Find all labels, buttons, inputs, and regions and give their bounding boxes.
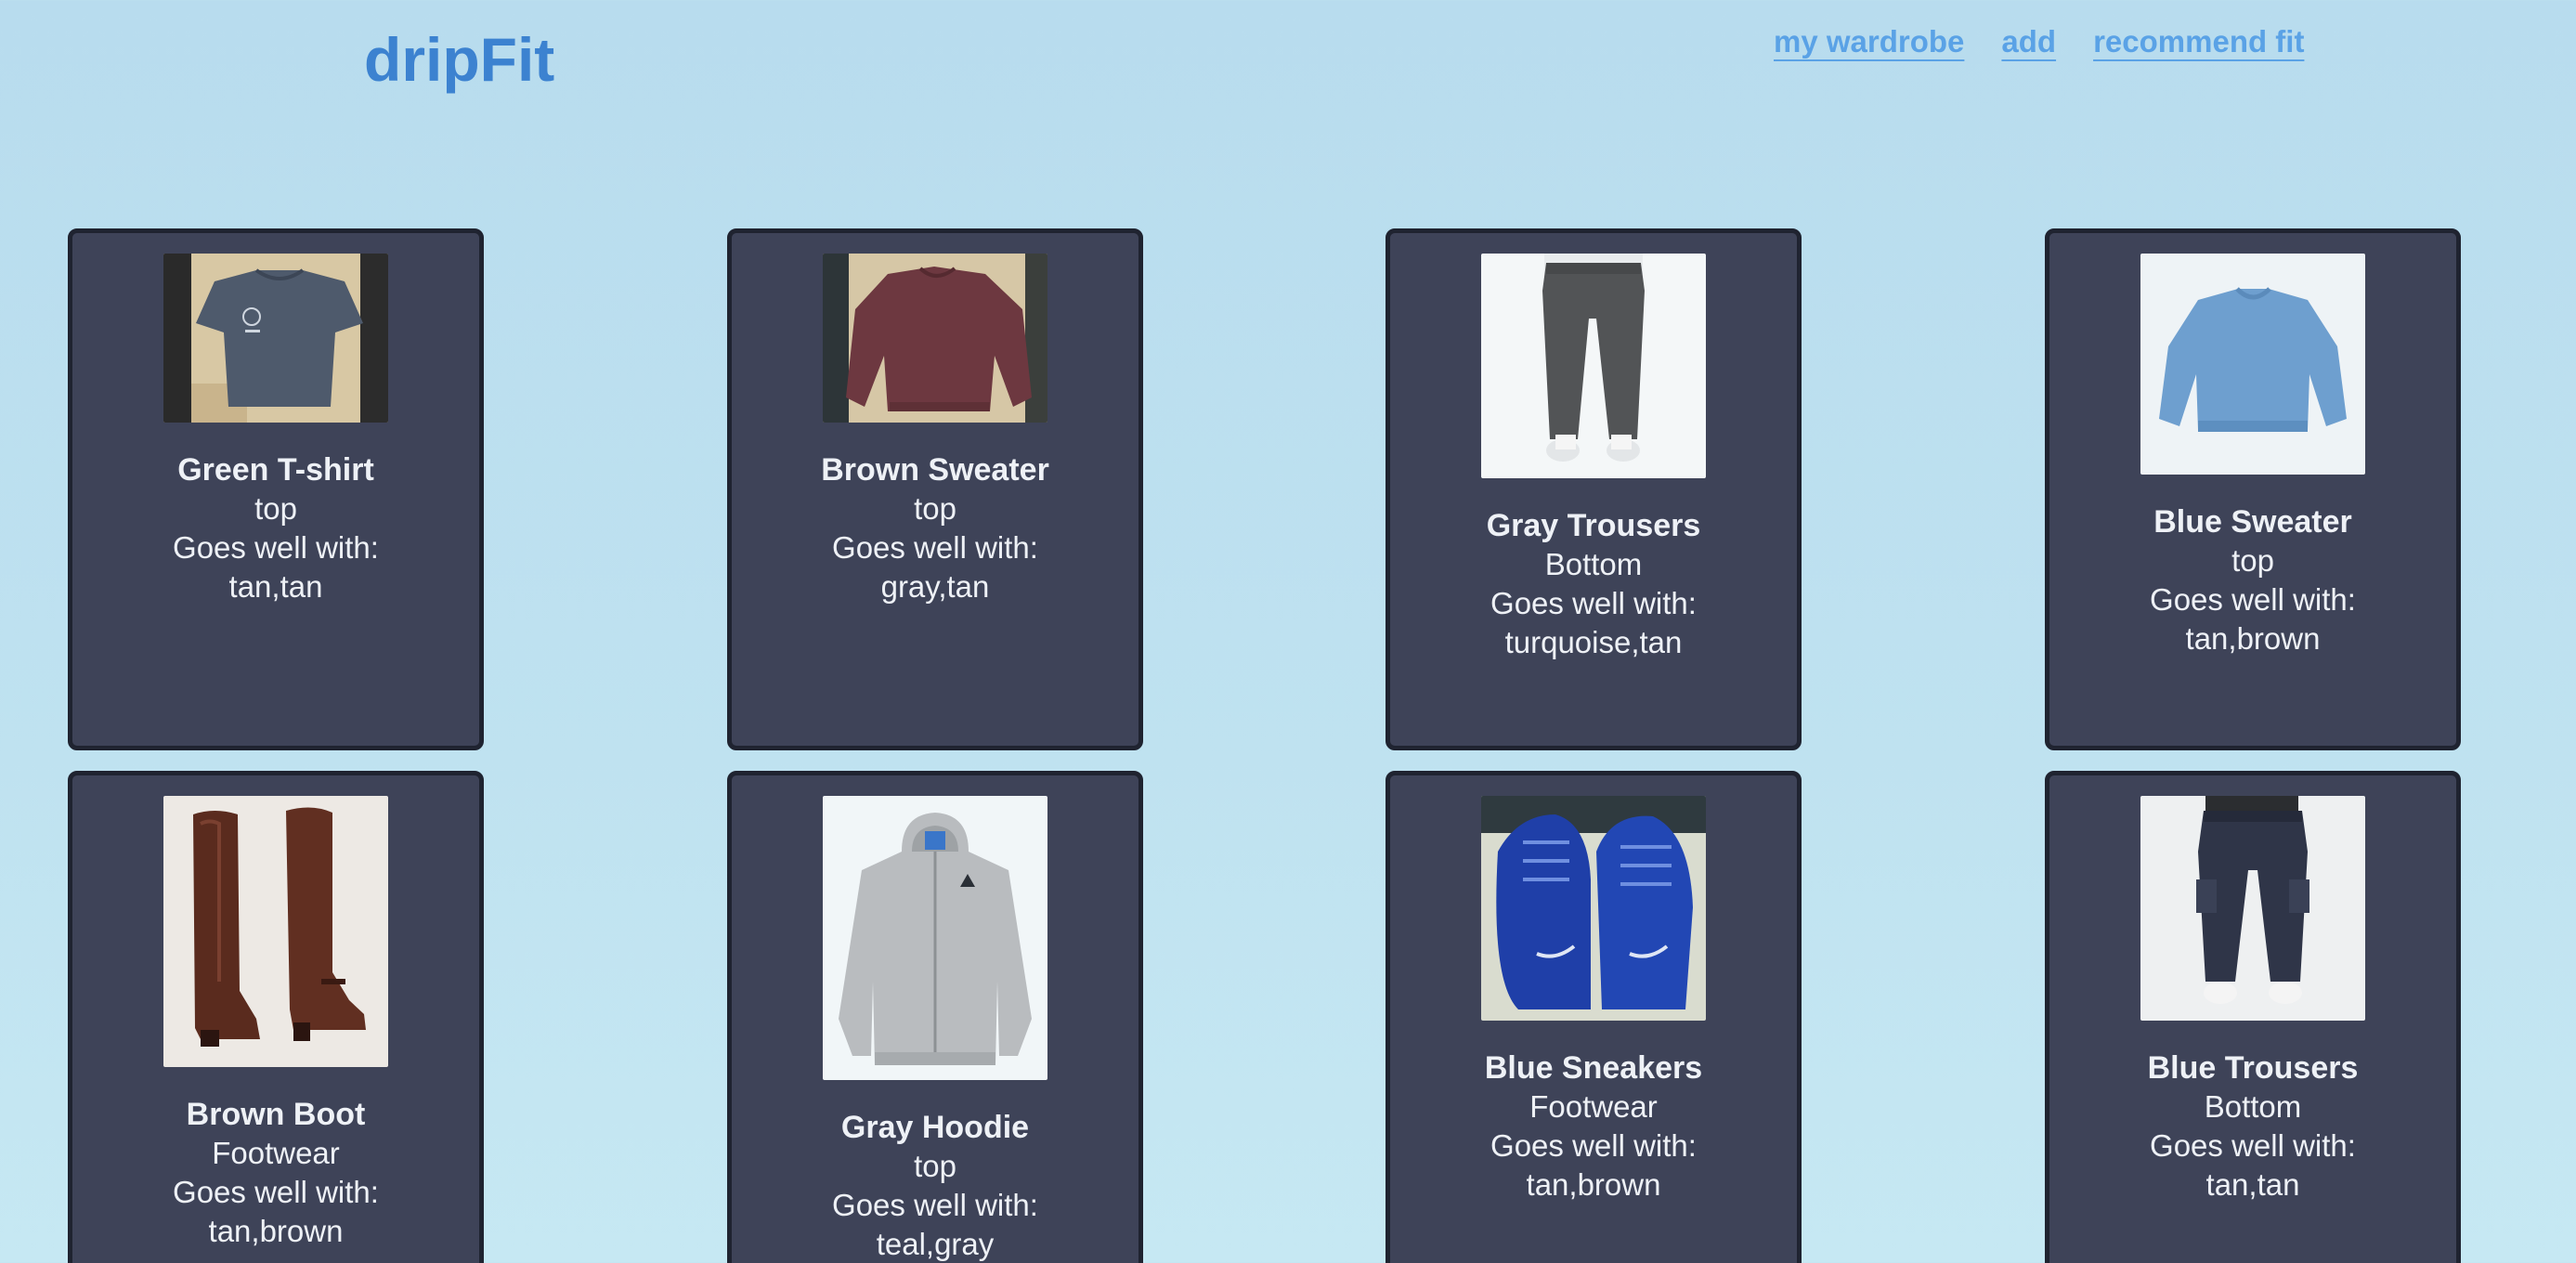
goes-well-label: Goes well with: bbox=[2150, 1128, 2356, 1163]
trousers-photo bbox=[2140, 796, 2365, 1021]
wardrobe-card[interactable]: Gray Hoodie top Goes well with: teal,gra… bbox=[727, 771, 1143, 1263]
item-name: Blue Trousers bbox=[2147, 1050, 2359, 1086]
site-header: dripFit my wardrobe add recommend fit bbox=[0, 0, 2576, 111]
item-category: Footwear bbox=[1529, 1089, 1658, 1124]
item-category: top bbox=[2231, 543, 2274, 578]
wardrobe-card[interactable]: Blue Trousers Bottom Goes well with: tan… bbox=[2045, 771, 2461, 1263]
item-category: Bottom bbox=[1544, 547, 1643, 581]
boots-photo bbox=[163, 796, 388, 1067]
main-nav: my wardrobe add recommend fit bbox=[1774, 20, 2304, 63]
item-name: Green T-shirt bbox=[177, 452, 374, 488]
item-colors: tan,brown bbox=[1526, 1167, 1661, 1202]
sweater-photo bbox=[823, 254, 1047, 423]
goes-well-label: Goes well with: bbox=[832, 530, 1038, 565]
goes-well-label: Goes well with: bbox=[173, 1175, 379, 1209]
item-colors: tan,tan bbox=[228, 569, 323, 604]
hoodie-photo bbox=[823, 796, 1047, 1080]
item-colors: tan,brown bbox=[2185, 621, 2321, 656]
item-name: Gray Trousers bbox=[1486, 508, 1701, 543]
item-colors: turquoise,tan bbox=[1504, 625, 1683, 659]
sneakers-photo bbox=[1481, 796, 1706, 1021]
item-colors: tan,brown bbox=[208, 1214, 344, 1248]
item-colors: gray,tan bbox=[880, 569, 990, 604]
item-name: Gray Hoodie bbox=[840, 1110, 1030, 1145]
trousers-photo bbox=[1481, 254, 1706, 478]
wardrobe-card[interactable]: Brown Sweater top Goes well with: gray,t… bbox=[727, 228, 1143, 750]
wardrobe-card[interactable]: Blue Sweater top Goes well with: tan,bro… bbox=[2045, 228, 2461, 750]
item-category: Footwear bbox=[212, 1136, 340, 1170]
wardrobe-card[interactable]: Green T-shirt top Goes well with: tan,ta… bbox=[68, 228, 484, 750]
goes-well-label: Goes well with: bbox=[832, 1188, 1038, 1222]
wardrobe-card[interactable]: Gray Trousers Bottom Goes well with: tur… bbox=[1386, 228, 1802, 750]
t-shirt-photo bbox=[163, 254, 388, 423]
item-colors: tan,tan bbox=[2205, 1167, 2300, 1202]
item-category: Bottom bbox=[2204, 1089, 2302, 1124]
sweater-photo bbox=[2140, 254, 2365, 475]
goes-well-label: Goes well with: bbox=[173, 530, 379, 565]
item-category: top bbox=[914, 1149, 956, 1183]
item-name: Brown Sweater bbox=[821, 452, 1049, 488]
goes-well-label: Goes well with: bbox=[2150, 582, 2356, 617]
item-category: top bbox=[914, 491, 956, 526]
nav-link-my-wardrobe[interactable]: my wardrobe bbox=[1774, 20, 1964, 63]
item-name: Brown Boot bbox=[186, 1097, 366, 1132]
item-name: Blue Sweater bbox=[2153, 504, 2352, 540]
nav-link-recommend-fit[interactable]: recommend fit bbox=[2093, 20, 2304, 63]
item-colors: teal,gray bbox=[876, 1227, 995, 1261]
wardrobe-card[interactable]: Brown Boot Footwear Goes well with: tan,… bbox=[68, 771, 484, 1263]
item-name: Blue Sneakers bbox=[1484, 1050, 1703, 1086]
nav-link-add[interactable]: add bbox=[2001, 20, 2056, 63]
wardrobe-card[interactable]: Blue Sneakers Footwear Goes well with: t… bbox=[1386, 771, 1802, 1263]
item-category: top bbox=[254, 491, 297, 526]
site-logo[interactable]: dripFit bbox=[364, 22, 554, 97]
goes-well-label: Goes well with: bbox=[1490, 586, 1697, 620]
goes-well-label: Goes well with: bbox=[1490, 1128, 1697, 1163]
